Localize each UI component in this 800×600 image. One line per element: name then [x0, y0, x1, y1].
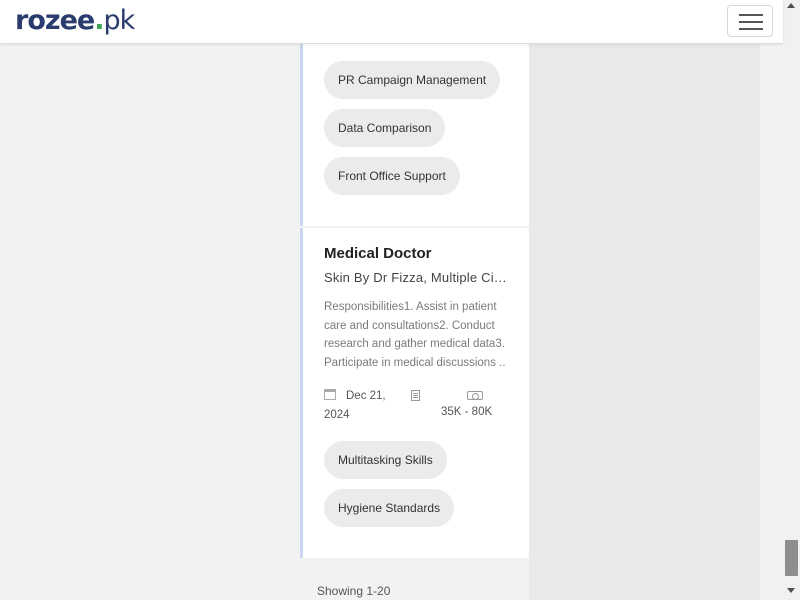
- logo-text-rozee: rozee: [15, 5, 95, 36]
- job-description: Responsibilities1. Assist in patient car…: [324, 301, 506, 370]
- job-card[interactable]: Medical Doctor Skin By Dr Fizza, Multipl…: [300, 228, 529, 558]
- job-title[interactable]: Medical Doctor: [324, 245, 432, 262]
- skill-chip[interactable]: Multitasking Skills: [324, 441, 447, 479]
- skill-chip[interactable]: Front Office Support: [324, 157, 460, 195]
- posted-date: Dec 21, 2024: [324, 387, 394, 425]
- company-name[interactable]: Skin By Dr Fizza, Multiple Cities, Pakis…: [324, 270, 508, 285]
- results-count: Showing 1-20: [317, 584, 391, 598]
- skill-chip[interactable]: PR Campaign Management: [324, 61, 501, 99]
- menu-toggle-button[interactable]: [727, 5, 773, 37]
- left-column: [0, 44, 300, 600]
- logo-text-pk: pk: [103, 5, 135, 36]
- logo-dot: .: [94, 5, 104, 36]
- job-feed: PR Campaign Management Data Comparison F…: [300, 0, 529, 600]
- rozee-logo[interactable]: rozee. pk: [15, 3, 135, 39]
- skill-chip[interactable]: Data Comparison: [324, 109, 446, 147]
- hamburger-icon: [739, 14, 763, 16]
- right-sidebar-panel: [529, 44, 760, 600]
- money-icon: [467, 391, 483, 400]
- salary-range: 35K - 80K: [441, 406, 493, 418]
- scroll-down-arrow-icon[interactable]: [787, 588, 795, 593]
- scrollbar-thumb[interactable]: [785, 540, 798, 576]
- skill-chip[interactable]: Hygiene Standards: [324, 489, 455, 527]
- calendar-icon: [324, 389, 336, 400]
- hamburger-icon-bar: [739, 21, 763, 23]
- right-gutter: [760, 44, 783, 600]
- hamburger-icon-bar: [739, 28, 763, 30]
- top-navbar: rozee. pk: [0, 0, 783, 44]
- page-scrollbar[interactable]: [783, 0, 800, 600]
- document-icon: [411, 390, 420, 401]
- scroll-up-arrow-icon[interactable]: [787, 3, 795, 8]
